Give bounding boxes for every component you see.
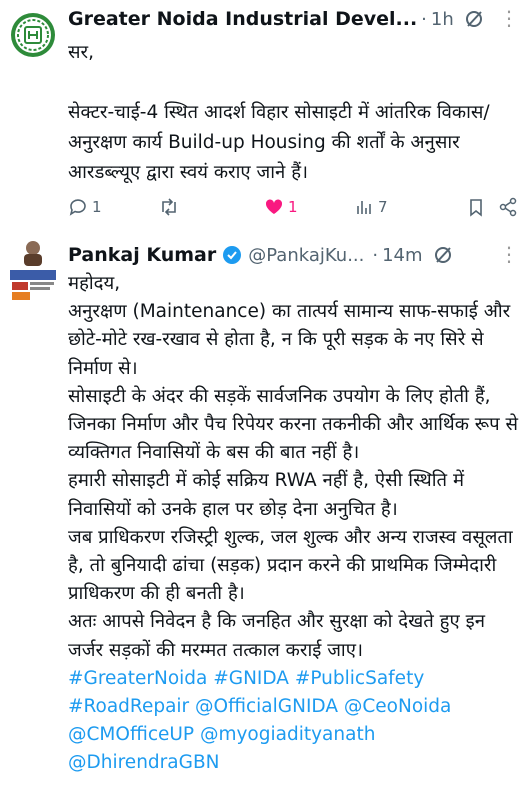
pankaj-avatar[interactable] <box>10 238 56 310</box>
share-button[interactable] <box>498 197 518 217</box>
views-icon <box>357 201 371 214</box>
tweet2-body: महोदय, अनुरक्षण (Maintenance) का तात्पर्… <box>68 270 522 778</box>
more-options-icon[interactable]: ⋮ <box>499 6 520 30</box>
paragraph: जब प्राधिकरण रजिस्ट्री शुल्क, जल शुल्क औ… <box>68 526 513 605</box>
share-icon <box>499 197 517 217</box>
paragraph: अनुरक्षण (Maintenance) का तात्पर्य सामान… <box>68 301 511 379</box>
reply-button[interactable]: 1 <box>68 197 158 217</box>
reply-icon <box>69 199 86 216</box>
reply-count: 1 <box>92 198 102 216</box>
bookmark-button[interactable] <box>466 197 486 217</box>
grok-icon[interactable] <box>464 9 484 29</box>
timestamp[interactable]: 1h <box>431 9 454 30</box>
separator-dot: · <box>372 244 379 266</box>
tweet-greater-noida[interactable]: Greater Noida Industrial Devel... · 1h ⋮… <box>0 0 532 230</box>
timestamp[interactable]: 14m <box>382 245 422 266</box>
author-name[interactable]: Greater Noida Industrial Devel... <box>68 8 417 30</box>
mention-line[interactable]: @CMOfficeUP @myogiadityanath <box>68 721 522 749</box>
hashtag-line[interactable]: #RoadRepair @OfficialGNIDA @CeoNoida <box>68 693 522 721</box>
repost-icon <box>162 198 176 216</box>
tweet-pankaj-kumar[interactable]: Pankaj Kumar @PankajKu... · 14m ⋮ महोदय,… <box>0 230 532 800</box>
tweet1-header: Greater Noida Industrial Devel... · 1h ⋮ <box>68 4 532 34</box>
views-count: 7 <box>378 198 388 216</box>
author-name[interactable]: Pankaj Kumar <box>68 244 216 266</box>
repost-button[interactable] <box>158 197 264 217</box>
gnida-logo-icon <box>11 13 55 57</box>
greater-noida-avatar[interactable] <box>10 12 56 58</box>
hashtag-line[interactable]: #GreaterNoida #GNIDA #PublicSafety <box>68 665 522 693</box>
author-handle[interactable]: @PankajKu... <box>248 245 364 266</box>
tweet1-text: सेक्टर-चाई-4 स्थित आदर्श विहार सोसाइटी म… <box>68 102 490 183</box>
more-options-icon[interactable]: ⋮ <box>499 242 520 266</box>
heart-icon <box>265 199 283 214</box>
views-button[interactable]: 7 <box>354 197 464 217</box>
tweet2-header: Pankaj Kumar @PankajKu... · 14m ⋮ <box>68 240 532 270</box>
grok-icon[interactable] <box>433 245 453 265</box>
bookmark-icon <box>470 199 482 217</box>
like-button[interactable]: 1 <box>264 197 354 217</box>
paragraph: अतः आपसे निवेदन है कि जनहित और सुरक्षा क… <box>68 611 485 661</box>
like-count: 1 <box>288 198 298 216</box>
tweet1-actions: 1 1 7 <box>68 192 518 222</box>
mention-line[interactable]: @DhirendraGBN <box>68 749 522 777</box>
separator-dot: · <box>421 8 427 30</box>
profile-photo-icon <box>10 238 56 310</box>
paragraph: हमारी सोसाइटी में कोई सक्रिय RWA नहीं है… <box>68 470 465 520</box>
paragraph: सोसाइटी के अंदर की सड़कें सार्वजनिक उपयो… <box>68 385 519 464</box>
tweet1-body: सर, सेक्टर-चाई-4 स्थित आदर्श विहार सोसाइ… <box>68 38 522 188</box>
verified-badge-icon <box>222 245 242 265</box>
paragraph: महोदय, <box>68 273 121 294</box>
tweet1-greeting: सर, <box>68 42 94 63</box>
